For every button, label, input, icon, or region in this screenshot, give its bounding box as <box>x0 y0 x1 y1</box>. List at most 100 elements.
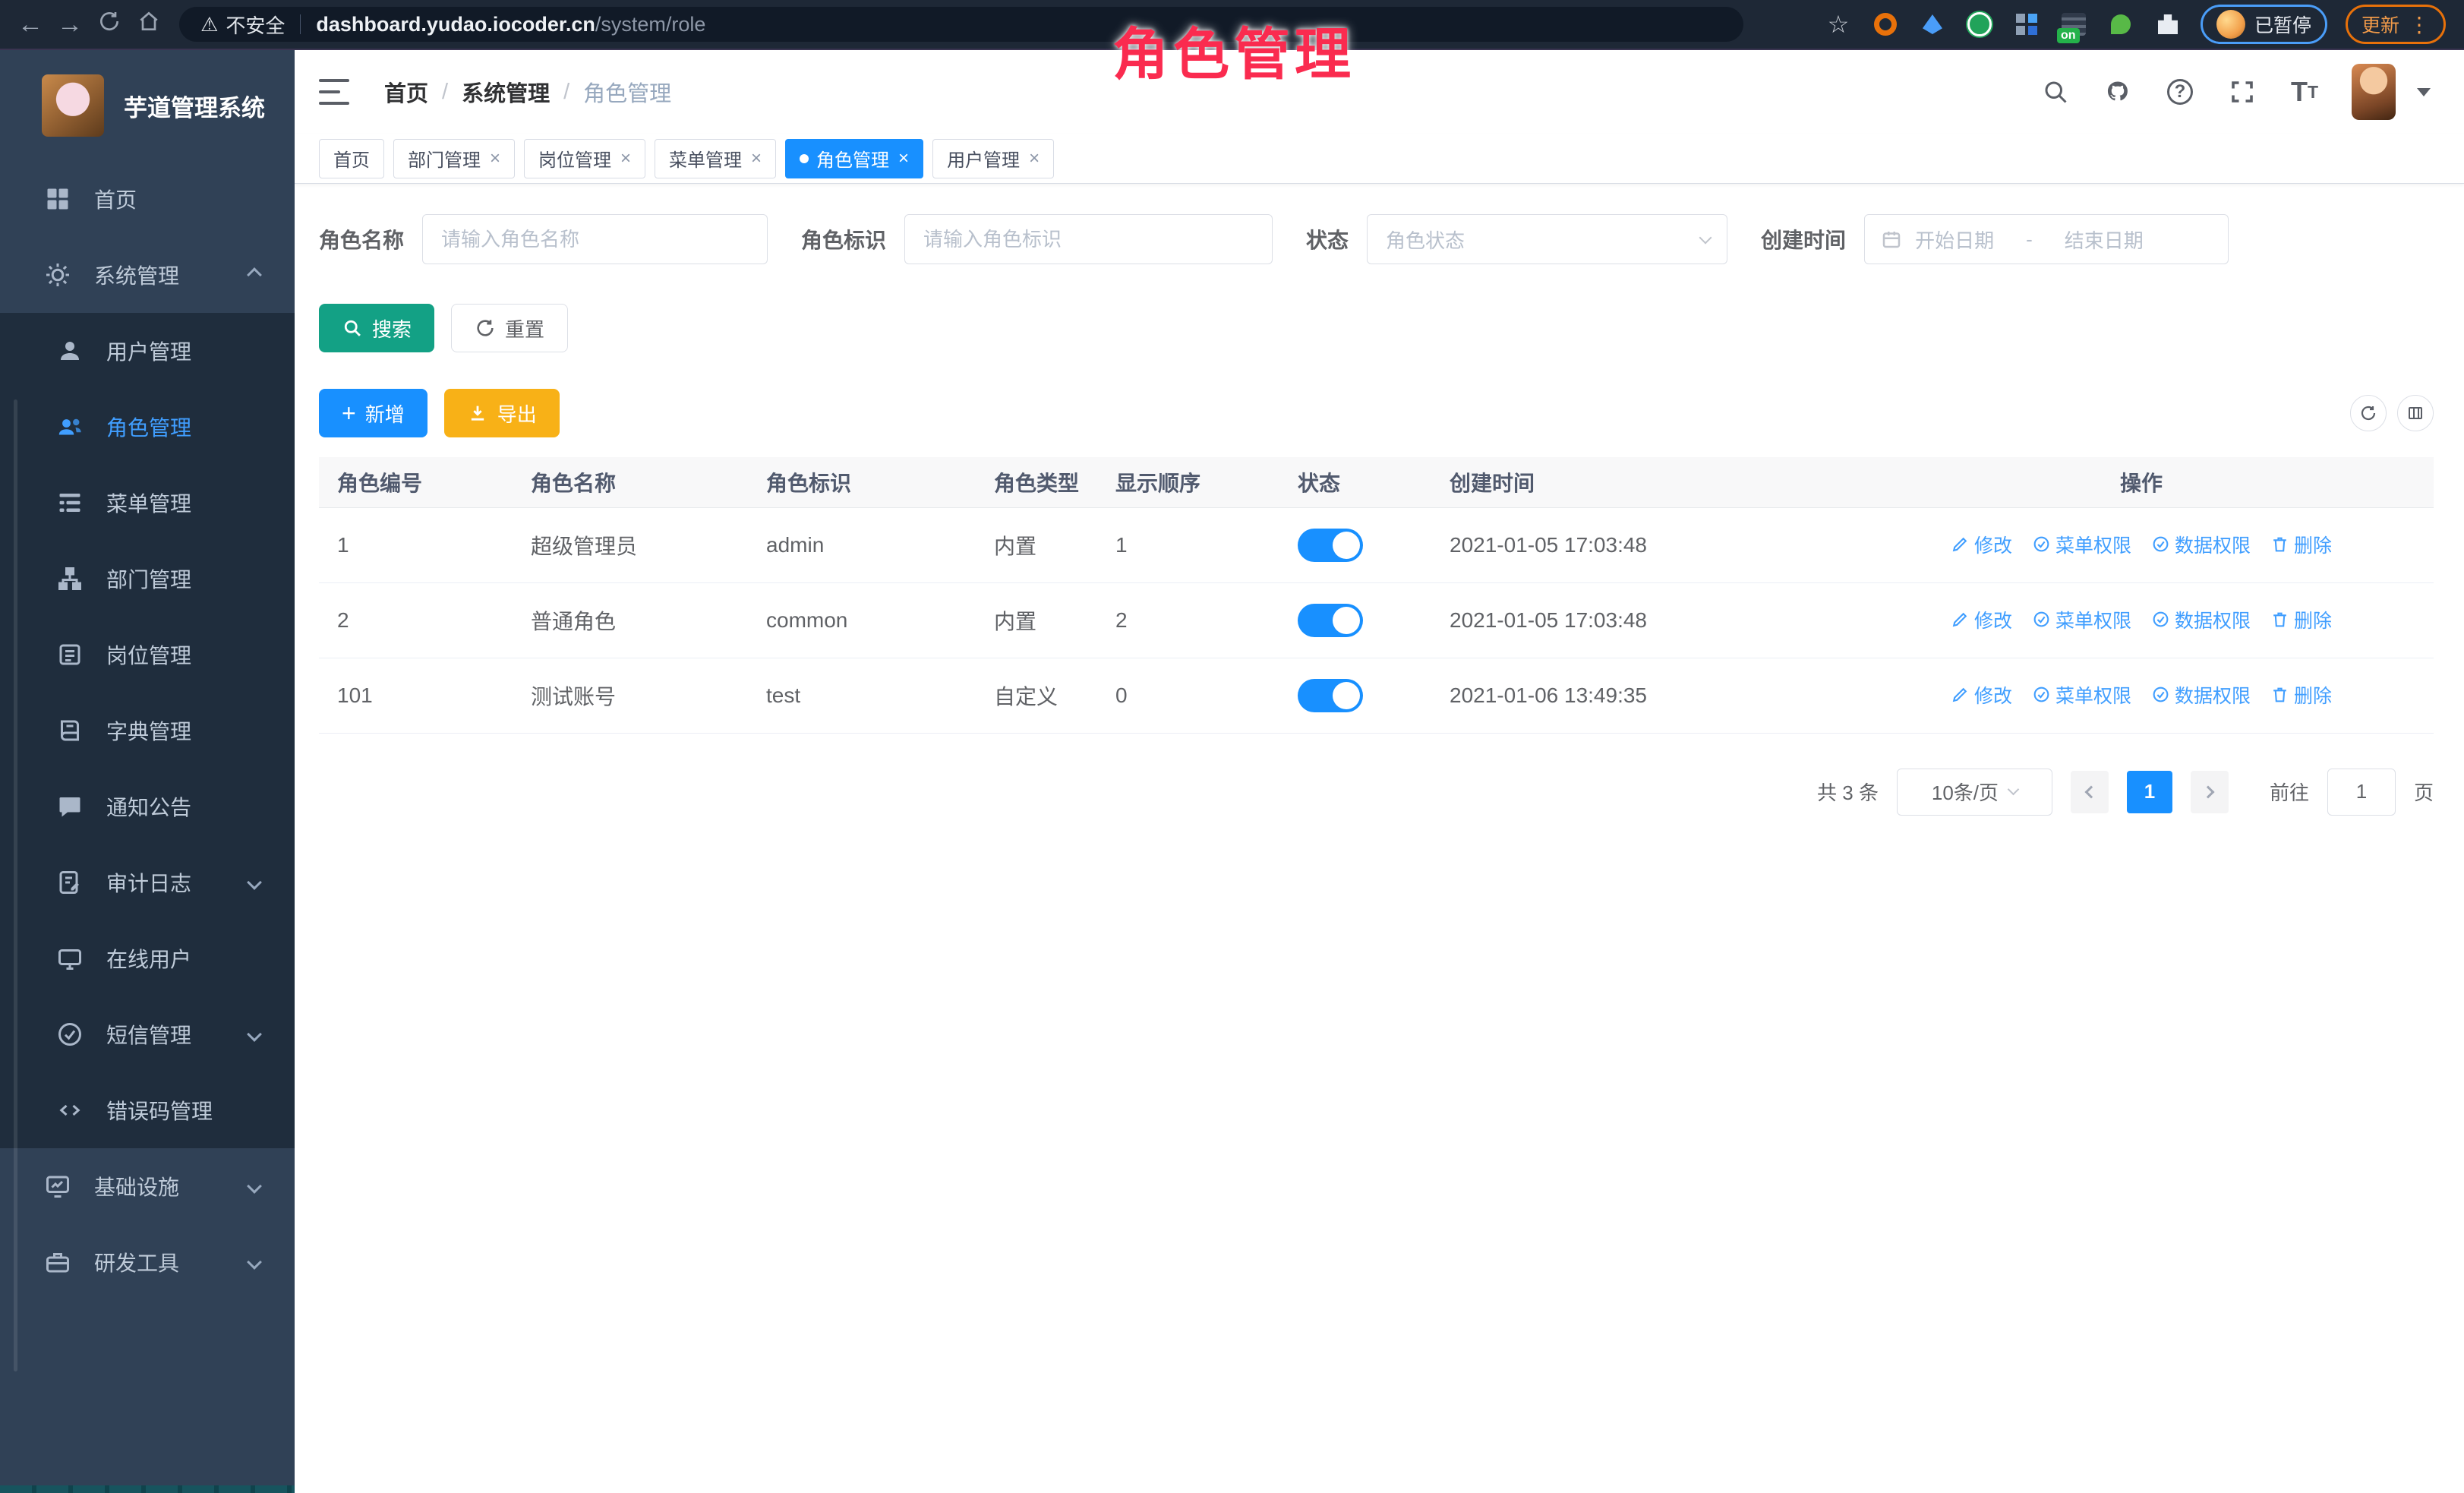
browser-update-button[interactable]: 更新 ⋮ <box>2346 5 2446 44</box>
next-page-button[interactable] <box>2191 771 2229 813</box>
data-permission-action[interactable]: 数据权限 <box>2151 681 2251 709</box>
main-area: 首页 / 系统管理 / 角色管理 ? <box>295 50 2464 1493</box>
status-toggle[interactable] <box>1298 604 1363 637</box>
extension-icon[interactable] <box>2012 10 2041 39</box>
sidebar-item-audit-log[interactable]: 审计日志 <box>0 844 295 920</box>
data-permission-action[interactable]: 数据权限 <box>2151 606 2251 633</box>
delete-action[interactable]: 删除 <box>2270 531 2332 558</box>
sidebar-item-infrastructure[interactable]: 基础设施 <box>0 1148 295 1224</box>
sidebar-item-depts[interactable]: 部门管理 <box>0 541 295 617</box>
extension-icon[interactable] <box>1918 10 1947 39</box>
delete-action[interactable]: 删除 <box>2270 606 2332 633</box>
browser-reload-icon[interactable] <box>90 9 129 40</box>
extension-icon[interactable]: on <box>2059 10 2088 39</box>
sidebar-item-users[interactable]: 用户管理 <box>0 313 295 389</box>
edit-action[interactable]: 修改 <box>1951 606 2012 633</box>
user-avatar[interactable] <box>2352 64 2396 120</box>
fullscreen-icon[interactable] <box>2227 77 2257 107</box>
sidebar-item-label: 系统管理 <box>94 260 179 290</box>
columns-icon[interactable] <box>2397 395 2434 431</box>
role-name-input[interactable] <box>422 214 768 264</box>
col-role-key: 角色标识 <box>748 457 976 507</box>
add-button[interactable]: + 新增 <box>319 389 427 437</box>
sidebar-item-dev-tools[interactable]: 研发工具 <box>0 1224 295 1300</box>
sidebar-item-label: 在线用户 <box>106 943 191 974</box>
extension-icon[interactable] <box>2153 10 2182 39</box>
menu-permission-action[interactable]: 菜单权限 <box>2032 606 2131 633</box>
security-label[interactable]: 不安全 <box>226 11 285 39</box>
delete-action[interactable]: 删除 <box>2270 681 2332 709</box>
cell-sort: 2 <box>1097 582 1279 658</box>
sidebar-item-label: 菜单管理 <box>106 488 191 518</box>
sidebar-item-error-codes[interactable]: 错误码管理 <box>0 1072 295 1148</box>
search-button[interactable]: 搜索 <box>319 304 434 352</box>
export-button[interactable]: 导出 <box>444 389 560 437</box>
breadcrumb-home[interactable]: 首页 <box>384 76 428 108</box>
tab-user[interactable]: 用户管理× <box>932 139 1054 178</box>
refresh-icon[interactable] <box>2350 395 2387 431</box>
sidebar-item-online-users[interactable]: 在线用户 <box>0 920 295 996</box>
bookmark-star-icon[interactable]: ☆ <box>1824 10 1853 39</box>
date-range-picker[interactable]: 开始日期 - 结束日期 <box>1864 214 2229 264</box>
font-size-icon[interactable]: TT <box>2289 77 2320 107</box>
close-icon[interactable]: × <box>490 148 500 169</box>
tab-post[interactable]: 岗位管理× <box>524 139 645 178</box>
cell-id: 101 <box>319 658 513 733</box>
extension-icon[interactable] <box>1965 10 1994 39</box>
cell-key: admin <box>748 507 976 582</box>
sidebar-item-menus[interactable]: 菜单管理 <box>0 465 295 541</box>
browser-forward-icon[interactable]: → <box>50 10 90 39</box>
browser-menu-icon[interactable]: ⋮ <box>2409 12 2430 37</box>
status-select[interactable]: 角色状态 <box>1367 214 1727 264</box>
page-number[interactable]: 1 <box>2127 771 2172 813</box>
sidebar-item-sms[interactable]: 短信管理 <box>0 996 295 1072</box>
prev-page-button[interactable] <box>2071 771 2109 813</box>
breadcrumb-system[interactable]: 系统管理 <box>462 76 550 108</box>
extension-icon[interactable] <box>2106 10 2135 39</box>
close-icon[interactable]: × <box>898 148 909 169</box>
status-toggle[interactable] <box>1298 529 1363 562</box>
table-row: 101 测试账号 test 自定义 0 2021-01-06 13:49:35 … <box>319 658 2434 733</box>
chevron-down-icon <box>1699 232 1712 245</box>
help-icon[interactable]: ? <box>2165 77 2195 107</box>
sidebar-item-roles[interactable]: 角色管理 <box>0 389 295 465</box>
menu-permission-action[interactable]: 菜单权限 <box>2032 531 2131 558</box>
github-icon[interactable] <box>2103 77 2133 107</box>
gear-icon <box>44 261 71 289</box>
sidebar-item-posts[interactable]: 岗位管理 <box>0 617 295 693</box>
role-key-input[interactable] <box>904 214 1273 264</box>
search-icon[interactable] <box>2040 77 2071 107</box>
status-toggle[interactable] <box>1298 679 1363 712</box>
sidebar-submenu: 用户管理 角色管理 菜单管理 <box>0 313 295 1148</box>
sidebar-item-dict[interactable]: 字典管理 <box>0 693 295 769</box>
close-icon[interactable]: × <box>751 148 762 169</box>
close-icon[interactable]: × <box>620 148 631 169</box>
hamburger-icon[interactable] <box>319 79 349 105</box>
tab-menu[interactable]: 菜单管理× <box>655 139 776 178</box>
end-date-placeholder[interactable]: 结束日期 <box>2065 226 2144 254</box>
menu-permission-action[interactable]: 菜单权限 <box>2032 681 2131 709</box>
sidebar-logo[interactable]: 芋道管理系统 <box>0 50 295 161</box>
tab-home[interactable]: 首页 <box>319 139 384 178</box>
data-permission-action[interactable]: 数据权限 <box>2151 531 2251 558</box>
badge-icon <box>56 641 84 668</box>
sidebar-item-notice[interactable]: 通知公告 <box>0 769 295 844</box>
extension-icon[interactable] <box>1871 10 1900 39</box>
tab-dept[interactable]: 部门管理× <box>393 139 515 178</box>
tab-role[interactable]: 角色管理× <box>785 139 923 178</box>
browser-profile-button[interactable]: 已暂停 <box>2201 5 2327 44</box>
edit-action[interactable]: 修改 <box>1951 681 2012 709</box>
browser-back-icon[interactable]: ← <box>11 10 50 39</box>
browser-home-icon[interactable] <box>129 9 169 40</box>
close-icon[interactable]: × <box>1029 148 1040 169</box>
sidebar-scrollbar[interactable] <box>14 399 17 1371</box>
start-date-placeholder[interactable]: 开始日期 <box>1915 226 1994 254</box>
goto-page-input[interactable] <box>2327 769 2396 816</box>
sidebar-item-system[interactable]: 系统管理 <box>0 237 295 313</box>
page-size-select[interactable]: 10条/页 <box>1897 769 2052 816</box>
sidebar-item-home[interactable]: 首页 <box>0 161 295 237</box>
edit-action[interactable]: 修改 <box>1951 531 2012 558</box>
reset-button[interactable]: 重置 <box>451 304 568 352</box>
address-bar[interactable]: ⚠ 不安全 dashboard.yudao.iocoder.cn /system… <box>179 7 1743 42</box>
caret-down-icon[interactable] <box>2417 88 2431 96</box>
